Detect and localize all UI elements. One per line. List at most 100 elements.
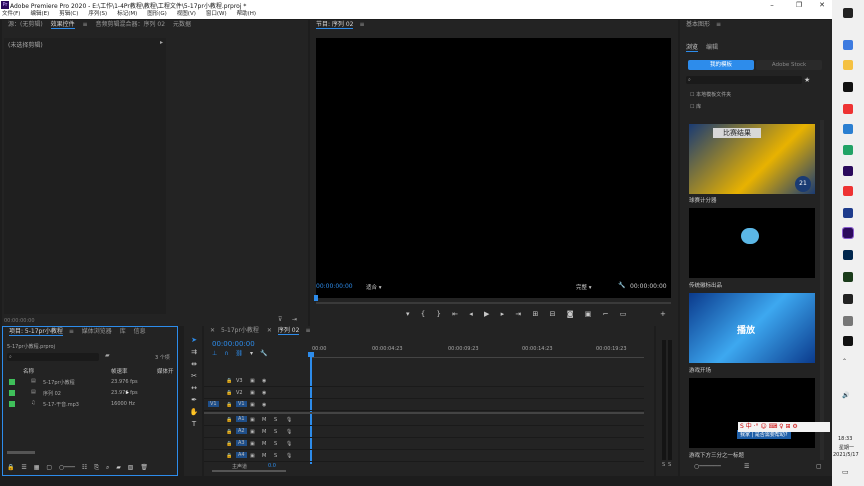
tab-browse[interactable]: 浏览: [686, 44, 699, 52]
timeline-timecode[interactable]: 00:00:00:00: [212, 340, 255, 348]
lock-icon[interactable]: 🔒: [226, 390, 232, 396]
sync-lock-icon[interactable]: ▣: [250, 441, 255, 447]
master-volume[interactable]: 0.0: [268, 463, 276, 469]
template-thumbnail[interactable]: 比赛结果 21: [689, 124, 815, 194]
step-forward-icon[interactable]: ▸: [501, 310, 505, 318]
master-track[interactable]: 主声道: [232, 463, 247, 470]
lock-icon[interactable]: 🔒: [226, 441, 232, 447]
sync-lock-icon[interactable]: ▣: [250, 417, 255, 423]
mic-icon[interactable]: 🎙: [286, 429, 292, 435]
vertical-scrollbar[interactable]: [820, 120, 824, 460]
sync-lock-icon[interactable]: ▣: [250, 453, 255, 459]
menu-clip[interactable]: 剪辑(C): [59, 10, 78, 19]
browser-icon[interactable]: [843, 40, 853, 50]
mute-icon[interactable]: M: [262, 417, 266, 423]
tab-audio-mixer[interactable]: 音频剪辑混合器：序列 02: [96, 21, 166, 28]
video-preview[interactable]: [316, 38, 671, 298]
thumb-size-slider[interactable]: ○──────: [694, 463, 721, 470]
eye-icon[interactable]: ◉: [262, 378, 266, 384]
export-icon[interactable]: ⇥: [292, 316, 297, 323]
trim-icon[interactable]: ⌐: [603, 310, 609, 318]
marker-icon[interactable]: ▾: [406, 310, 410, 318]
compare-icon[interactable]: ▣: [585, 310, 592, 318]
hand-icon[interactable]: ✋: [188, 406, 200, 418]
minimize-button[interactable]: –: [760, 0, 784, 10]
step-back-icon[interactable]: ◂: [469, 310, 473, 318]
mute-icon[interactable]: M: [262, 453, 266, 459]
sync-lock-icon[interactable]: ▣: [250, 429, 255, 435]
list-item[interactable]: ▤ 5-17pr小教程 23.976 fps: [7, 377, 175, 388]
ime-toolbar[interactable]: S 中 ·° ☺ ⌨ ♀ ⊞ ⚙: [738, 422, 830, 432]
tab-close-icon[interactable]: ✕: [267, 327, 272, 334]
fit-dropdown[interactable]: 适合 ▾: [366, 283, 382, 291]
playhead-handle[interactable]: [308, 352, 314, 357]
template-thumbnail[interactable]: [689, 208, 815, 278]
template-thumbnail[interactable]: 播放: [689, 293, 815, 363]
star-icon[interactable]: ★: [804, 76, 810, 84]
tab-menu-icon[interactable]: ≡: [69, 328, 74, 335]
solo-left[interactable]: S: [662, 462, 665, 468]
column-name[interactable]: 名称: [23, 367, 34, 375]
app-icon[interactable]: [843, 124, 853, 134]
menu-graphics[interactable]: 图形(G): [147, 10, 167, 19]
selection-tool-icon[interactable]: ➤: [188, 334, 200, 346]
libraries-checkbox[interactable]: ☐ 库: [690, 103, 701, 110]
folder-icon[interactable]: [843, 60, 853, 70]
label-color-swatch[interactable]: [9, 401, 15, 407]
solo-icon[interactable]: S: [274, 453, 277, 459]
menu-view[interactable]: 视图(V): [177, 10, 196, 19]
horizontal-scrollbar[interactable]: [7, 451, 35, 454]
tab-edit[interactable]: 编辑: [706, 44, 718, 51]
clock-weekday[interactable]: 星期一: [839, 444, 854, 451]
program-playhead-time[interactable]: 00:00:00:00: [316, 283, 353, 290]
program-menu-icon[interactable]: ≡: [359, 21, 364, 28]
new-layer-icon[interactable]: ▢: [816, 463, 822, 470]
find-icon[interactable]: ⌕: [106, 464, 109, 471]
eye-icon[interactable]: ◉: [262, 390, 266, 396]
track-a4[interactable]: 🔒 A4 ▣ M S 🎙: [204, 451, 644, 462]
slip-icon[interactable]: ↔: [188, 382, 200, 394]
app-icon[interactable]: [843, 186, 853, 196]
after-effects-icon[interactable]: [843, 166, 853, 176]
mic-icon[interactable]: 🎙: [286, 417, 292, 423]
volume-icon[interactable]: 🔊: [842, 392, 849, 399]
template-search-input[interactable]: ⌕: [686, 76, 802, 84]
tab-sequence-1[interactable]: 5-17pr小教程: [221, 327, 259, 334]
mute-icon[interactable]: M: [262, 441, 266, 447]
list-view-icon[interactable]: ☰: [21, 464, 26, 471]
app-icon[interactable]: [843, 294, 853, 304]
track-select-icon[interactable]: ⇉: [188, 346, 200, 358]
tab-metadata[interactable]: 元数据: [173, 21, 191, 28]
lock-icon[interactable]: 🔒: [226, 429, 232, 435]
lock-icon[interactable]: 🔒: [226, 402, 232, 408]
lock-icon[interactable]: 🔒: [7, 464, 14, 471]
wrench-icon[interactable]: 🔧: [618, 282, 625, 289]
lock-icon[interactable]: 🔒: [226, 378, 232, 384]
solo-icon[interactable]: S: [274, 441, 277, 447]
app-icon[interactable]: [843, 145, 853, 155]
vr-icon[interactable]: ▭: [620, 310, 627, 318]
automate-icon[interactable]: ⎘: [94, 464, 99, 471]
program-title[interactable]: 节目: 序列 02: [316, 21, 354, 29]
menu-edit[interactable]: 编辑(E): [30, 10, 49, 19]
sort-icon[interactable]: ☰: [744, 463, 749, 470]
local-templates-checkbox[interactable]: ☐ 本地模板文件夹: [690, 91, 731, 98]
audition-icon[interactable]: [843, 250, 853, 260]
trash-icon[interactable]: 🗑: [140, 464, 148, 471]
go-to-in-icon[interactable]: ⇤: [452, 310, 458, 318]
menu-help[interactable]: 帮助(H): [237, 10, 256, 19]
program-playhead[interactable]: [314, 295, 318, 301]
tab-sequence-02[interactable]: 序列 02: [277, 327, 300, 335]
sync-lock-icon[interactable]: ▣: [250, 390, 255, 396]
task-view-icon[interactable]: [843, 8, 853, 18]
program-scrubber[interactable]: [316, 302, 671, 304]
template-thumbnail[interactable]: 我家 | 是否需要帮助?: [689, 378, 815, 448]
tab-media-browser[interactable]: 媒体浏览器: [82, 328, 112, 335]
filter-icon[interactable]: ⊽: [278, 316, 282, 323]
tab-info[interactable]: 信息: [134, 328, 146, 335]
sort-icon[interactable]: ☷: [82, 464, 87, 471]
maximize-button[interactable]: ❐: [787, 0, 811, 10]
mic-icon[interactable]: 🎙: [286, 453, 292, 459]
folder-icon[interactable]: ▰: [105, 352, 110, 359]
pen-icon[interactable]: ✒: [188, 394, 200, 406]
